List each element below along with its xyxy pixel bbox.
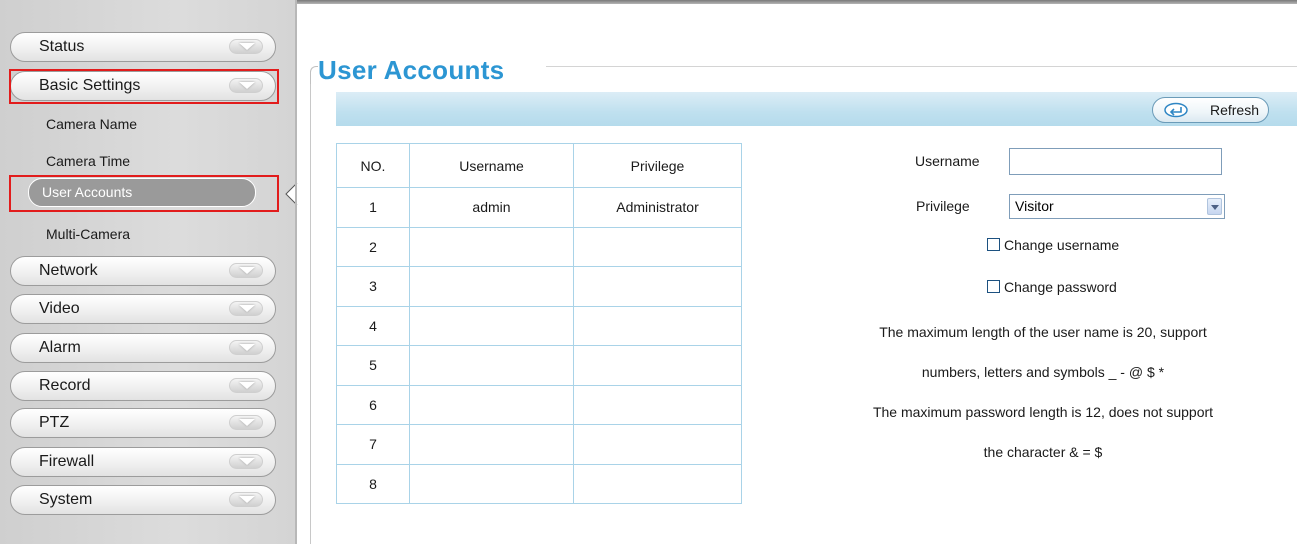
menu-status[interactable]: Status [10, 32, 276, 62]
chevron-down-icon [229, 263, 263, 278]
top-border [297, 0, 1297, 4]
username-rule-text: numbers, letters and symbols _ - @ $ * [921, 364, 1165, 380]
cell-username: admin [409, 187, 574, 228]
table-row[interactable]: 8 [336, 463, 742, 504]
username-rule-text: The maximum length of the user name is 2… [879, 324, 1207, 340]
username-input[interactable] [1009, 148, 1222, 175]
cell-no: 1 [336, 187, 410, 228]
change-username-checkbox[interactable] [987, 238, 1000, 251]
menu-label: System [39, 491, 93, 508]
cell-privilege [573, 266, 742, 307]
refresh-button[interactable]: Refresh [1152, 97, 1269, 123]
cell-privilege [573, 384, 742, 425]
fieldset-corner [310, 66, 318, 84]
submenu-multi-camera[interactable]: Multi-Camera [46, 224, 130, 244]
cell-privilege [573, 345, 742, 386]
chevron-down-icon [229, 301, 263, 316]
cell-username [409, 424, 574, 465]
change-password-checkbox[interactable] [987, 280, 1000, 293]
chevron-down-icon [229, 39, 263, 54]
sidebar: Status Basic Settings Camera Name Camera… [0, 0, 298, 544]
privilege-label: Privilege [916, 198, 970, 214]
table-row[interactable]: 3 [336, 266, 742, 307]
column-header: Username [409, 143, 574, 188]
column-header: Privilege [573, 143, 742, 188]
cell-username [409, 305, 574, 346]
cell-no: 6 [336, 384, 410, 425]
table-row[interactable]: 1 admin Administrator [336, 187, 742, 228]
menu-ptz[interactable]: PTZ [10, 408, 276, 438]
menu-system[interactable]: System [10, 485, 276, 515]
submenu-camera-time[interactable]: Camera Time [46, 151, 130, 171]
cell-username [409, 345, 574, 386]
cell-no: 5 [336, 345, 410, 386]
dropdown-arrow-icon [1207, 198, 1222, 215]
password-rule-text: the character & = $ [983, 444, 1103, 460]
table-row[interactable]: 6 [336, 384, 742, 425]
change-password-label: Change password [1004, 279, 1117, 295]
refresh-label: Refresh [1209, 102, 1259, 118]
chevron-down-icon [229, 378, 263, 393]
menu-firewall[interactable]: Firewall [10, 447, 276, 477]
menu-record[interactable]: Record [10, 371, 276, 401]
cell-privilege: Administrator [573, 187, 742, 228]
cell-username [409, 384, 574, 425]
table-header-row: NO. Username Privilege [336, 143, 742, 188]
submenu-user-accounts[interactable]: User Accounts [28, 178, 256, 207]
menu-label: Firewall [39, 453, 95, 470]
privilege-value: Visitor [1015, 198, 1054, 214]
cell-no: 2 [336, 226, 410, 267]
menu-network[interactable]: Network [10, 256, 276, 286]
cell-username [409, 463, 574, 504]
title-divider [546, 66, 1297, 67]
submenu-camera-name[interactable]: Camera Name [46, 114, 137, 134]
menu-label: Status [39, 38, 85, 55]
cell-privilege [573, 463, 742, 504]
chevron-down-icon [229, 415, 263, 430]
table-row[interactable]: 7 [336, 424, 742, 465]
cell-no: 8 [336, 463, 410, 504]
cell-privilege [573, 424, 742, 465]
refresh-icon [1164, 102, 1188, 118]
menu-label: PTZ [39, 414, 70, 431]
menu-label: Video [39, 300, 80, 317]
menu-label: Network [39, 262, 98, 279]
table-row[interactable]: 2 [336, 226, 742, 267]
menu-label: Record [39, 377, 91, 394]
cell-no: 3 [336, 266, 410, 307]
cell-username [409, 266, 574, 307]
password-rule-text: The maximum password length is 12, does … [872, 404, 1214, 420]
cell-privilege [573, 305, 742, 346]
menu-alarm[interactable]: Alarm [10, 333, 276, 363]
menu-label: Alarm [39, 339, 81, 356]
privilege-select[interactable]: Visitor [1009, 194, 1225, 219]
cell-privilege [573, 226, 742, 267]
fieldset-border [310, 84, 311, 544]
menu-video[interactable]: Video [10, 294, 276, 324]
page-title: User Accounts [318, 55, 505, 85]
chevron-down-icon [229, 340, 263, 355]
change-username-label: Change username [1004, 237, 1120, 253]
username-label: Username [915, 153, 980, 169]
chevron-down-icon [229, 492, 263, 507]
cell-username [409, 226, 574, 267]
active-pointer-icon [285, 182, 298, 206]
menu-label: Basic Settings [39, 77, 141, 94]
table-row[interactable]: 5 [336, 345, 742, 386]
cell-no: 4 [336, 305, 410, 346]
table-row[interactable]: 4 [336, 305, 742, 346]
user-table: NO. Username Privilege 1 admin Administr… [336, 143, 742, 504]
chevron-down-icon [229, 78, 263, 93]
chevron-down-icon [229, 454, 263, 469]
menu-basic-settings[interactable]: Basic Settings [10, 71, 276, 101]
cell-no: 7 [336, 424, 410, 465]
column-header: NO. [336, 143, 410, 188]
